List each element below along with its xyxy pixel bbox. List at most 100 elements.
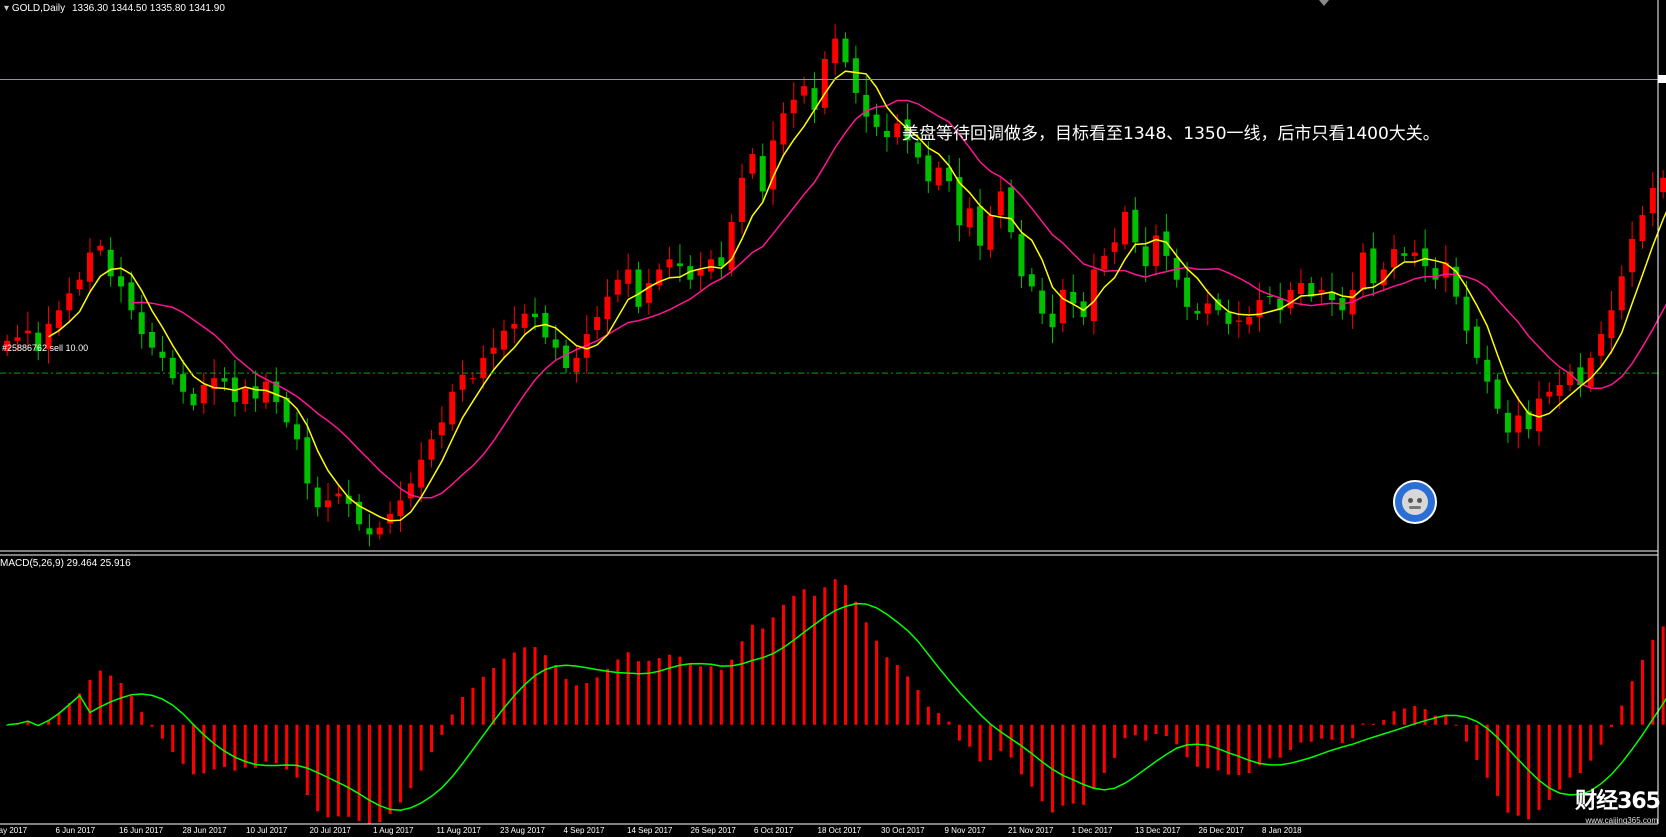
- macd-bar: [1009, 724, 1013, 758]
- date-tick-label: 6 Jun 2017: [55, 826, 96, 835]
- macd-bar: [109, 675, 113, 725]
- macd-bar: [564, 678, 568, 725]
- robot-face-icon: [1402, 489, 1428, 515]
- macd-bar: [1237, 724, 1241, 776]
- macd-bar: [274, 724, 278, 764]
- macd-bar: [926, 706, 930, 725]
- chart-shift-marker[interactable]: [1319, 0, 1329, 6]
- candle-body: [149, 332, 156, 348]
- date-tick-label: 30 Oct 2017: [881, 826, 925, 835]
- candle-body: [1039, 290, 1046, 314]
- macd-bar: [98, 670, 102, 725]
- macd-bar: [1144, 724, 1148, 741]
- macd-bar: [1071, 724, 1075, 804]
- candle-body: [66, 293, 73, 311]
- macd-bar: [357, 724, 361, 822]
- macd-bar: [378, 724, 382, 823]
- macd-bar: [336, 724, 340, 817]
- slow-ma-line: [131, 99, 1666, 499]
- macd-bar: [512, 652, 516, 725]
- candle-body: [1422, 248, 1429, 267]
- candle-body: [1101, 255, 1108, 270]
- macd-bar: [1195, 724, 1199, 767]
- date-tick-label: 21 Nov 2017: [1008, 826, 1054, 835]
- candle-body: [1287, 289, 1294, 309]
- macd-bar: [875, 640, 879, 725]
- macd-bar: [1609, 724, 1613, 728]
- date-tick-label: 20 Jul 2017: [309, 826, 351, 835]
- candle-body: [552, 339, 559, 348]
- candle-body: [1484, 359, 1491, 382]
- macd-bar: [129, 696, 133, 725]
- candle-body: [293, 424, 300, 440]
- macd-bar: [1423, 709, 1427, 725]
- macd-bar: [637, 661, 641, 725]
- macd-bar: [1030, 724, 1034, 787]
- macd-bar: [1454, 724, 1458, 726]
- macd-bar: [1247, 724, 1251, 774]
- macd-bar: [254, 724, 258, 768]
- expert-advisor-icon[interactable]: [1393, 480, 1437, 524]
- candle-body: [1142, 246, 1149, 267]
- date-tick-label: 13 Dec 2017: [1135, 826, 1181, 835]
- macd-bar: [119, 683, 123, 725]
- macd-bar: [999, 724, 1003, 752]
- candle-body: [832, 38, 839, 64]
- date-tick-label: 14 Sep 2017: [627, 826, 673, 835]
- candle-body: [1184, 277, 1191, 307]
- candle-body: [1225, 312, 1232, 324]
- candle-body: [1246, 317, 1253, 325]
- macd-bar: [1506, 724, 1510, 813]
- macd-bar: [1216, 724, 1220, 771]
- macd-bar: [1620, 705, 1624, 725]
- macd-bar: [233, 724, 237, 771]
- candle-body: [1049, 313, 1056, 328]
- macd-bar: [409, 724, 413, 789]
- candle-body: [573, 357, 580, 373]
- macd-bar: [1568, 724, 1572, 778]
- candle-body: [1360, 252, 1367, 290]
- candle-body: [780, 113, 787, 145]
- order-line-label[interactable]: #25886762 sell 10.00: [2, 343, 88, 353]
- candle-body: [107, 249, 114, 277]
- macd-bar: [709, 666, 713, 725]
- candle-body: [739, 177, 746, 222]
- candle-body: [1587, 357, 1594, 388]
- candle-body: [821, 58, 828, 108]
- macd-bar: [781, 604, 785, 725]
- candle-body: [1070, 291, 1077, 304]
- macd-bar: [906, 676, 910, 725]
- candle-body: [707, 259, 714, 272]
- candle-body: [1535, 398, 1542, 432]
- macd-bar: [1123, 724, 1127, 739]
- macd-bar: [1226, 724, 1230, 775]
- candle-body: [24, 330, 31, 334]
- candle-body: [490, 347, 497, 354]
- macd-bar: [1185, 724, 1189, 758]
- candle-body: [1639, 215, 1646, 241]
- macd-bar: [1061, 724, 1065, 806]
- candlestick-series: [4, 24, 1666, 547]
- macd-bar: [492, 667, 496, 725]
- date-tick-label: 23 Aug 2017: [500, 826, 545, 835]
- date-tick-label: 1 Aug 2017: [373, 826, 414, 835]
- macd-bar: [1320, 724, 1324, 739]
- macd-bar: [595, 677, 599, 725]
- macd-bar: [481, 676, 485, 725]
- candle-body: [76, 279, 83, 290]
- macd-bar: [191, 724, 195, 775]
- candle-body: [1504, 412, 1511, 433]
- chart-annotation[interactable]: 美盘等待回调做多，目标看至1348、1350一线，后市只看1400大关。: [902, 119, 1440, 144]
- candle-body: [1018, 234, 1025, 277]
- macd-bar: [1589, 724, 1593, 761]
- candle-body: [873, 114, 880, 127]
- candle-body: [532, 313, 539, 318]
- candle-body: [366, 528, 373, 535]
- macd-bar: [688, 663, 692, 725]
- candle-body: [438, 422, 445, 436]
- macd-bar: [326, 724, 330, 818]
- candle-body: [604, 296, 611, 320]
- macd-bar: [937, 713, 941, 725]
- macd-bar: [1496, 724, 1500, 796]
- candle-body: [97, 245, 104, 251]
